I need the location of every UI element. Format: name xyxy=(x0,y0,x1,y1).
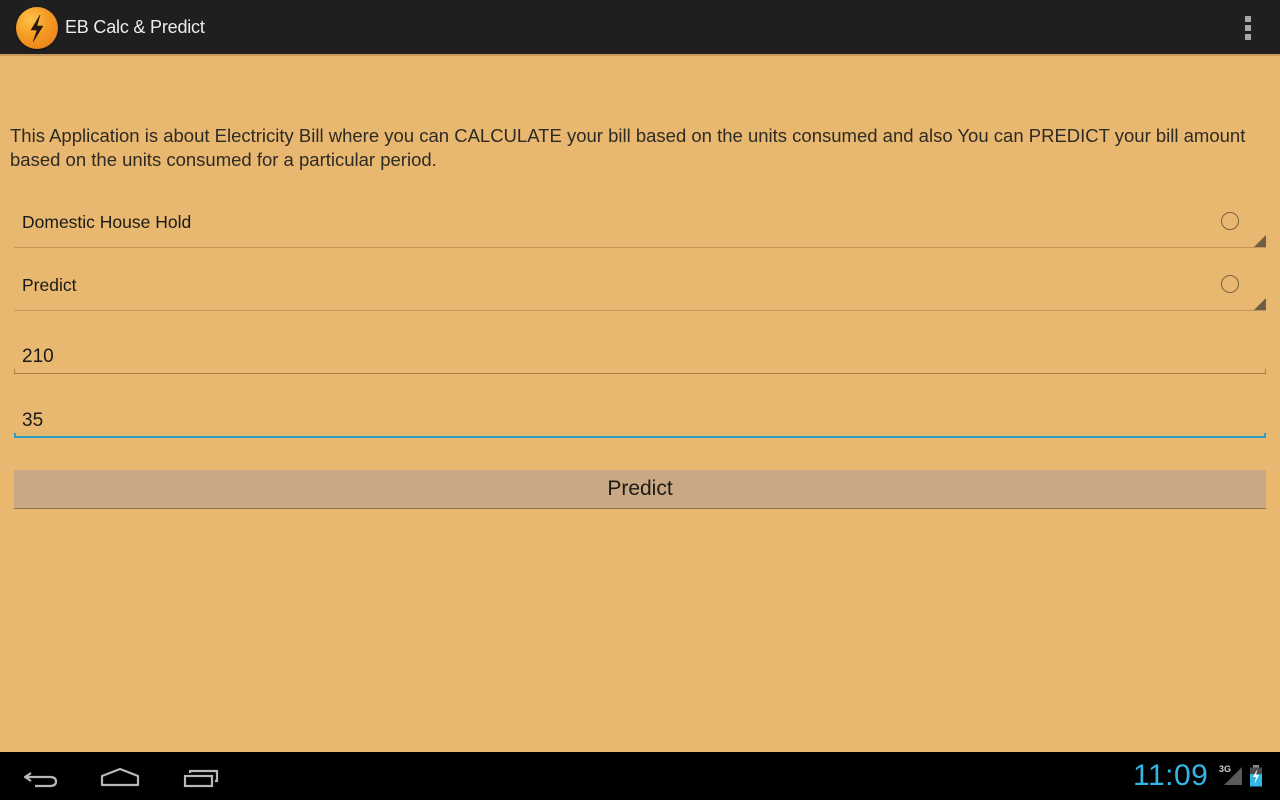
app-description: This Application is about Electricity Bi… xyxy=(10,125,1246,170)
lightning-bolt-icon xyxy=(16,7,58,49)
input-underline xyxy=(14,373,1266,374)
units-field-container xyxy=(14,334,1266,374)
days-field-container xyxy=(14,398,1266,438)
radio-icon xyxy=(1221,212,1239,230)
system-nav-bar xyxy=(0,752,1280,800)
consumer-type-spinner[interactable]: Domestic House Hold xyxy=(14,198,1266,248)
units-input[interactable] xyxy=(14,334,1266,374)
input-underline-focused xyxy=(14,436,1266,438)
battery-charging-icon xyxy=(1250,765,1262,787)
signal-strength-icon xyxy=(1224,767,1242,785)
mode-spinner[interactable]: Predict xyxy=(14,261,1266,311)
app-title: EB Calc & Predict xyxy=(65,17,205,37)
consumer-type-selected: Domestic House Hold xyxy=(22,212,192,232)
dropdown-corner-icon xyxy=(1254,298,1266,310)
predict-button[interactable]: Predict xyxy=(14,470,1266,509)
dropdown-corner-icon xyxy=(1254,235,1266,247)
back-icon[interactable] xyxy=(5,752,75,800)
status-clock: 11:09 xyxy=(1133,759,1209,792)
action-bar: EB Calc & Predict xyxy=(0,0,1280,56)
home-icon[interactable] xyxy=(85,752,155,800)
days-input[interactable] xyxy=(14,398,1266,438)
recent-apps-icon[interactable] xyxy=(165,752,235,800)
overflow-menu-icon[interactable] xyxy=(1236,14,1260,42)
radio-icon xyxy=(1221,275,1239,293)
mode-selected: Predict xyxy=(22,275,77,295)
